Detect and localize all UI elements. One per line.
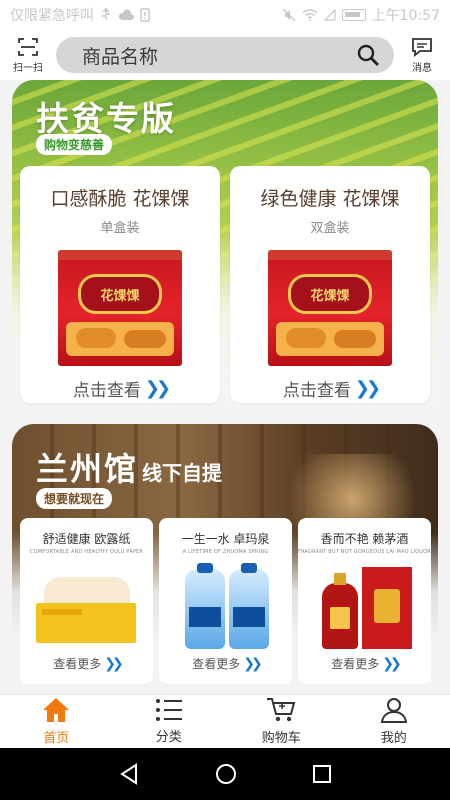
view-link[interactable]: 点击查看 ❯❯ [20, 376, 220, 401]
cart-icon [267, 698, 296, 722]
card-english: COMFORTABLE AND HEALTHY OULU PAPER [29, 549, 144, 555]
card-title: 香而不艳 赖茅酒 [320, 532, 409, 546]
message-label: 消息 [412, 62, 432, 74]
signal-icon [323, 9, 336, 21]
lanzhou-title-suffix: 线下自提 [142, 461, 223, 485]
list-icon [155, 699, 182, 721]
card-title: 一生一水 卓玛泉 [181, 532, 270, 546]
double-chevron-right-icon: ❯❯ [144, 378, 171, 399]
tab-home[interactable]: 首页 [0, 695, 113, 748]
tab-mine[interactable]: 我的 [338, 695, 450, 748]
usb-icon [102, 8, 110, 20]
card-title: 舒适健康 欧露纸 [42, 532, 131, 546]
section-divider [0, 409, 450, 423]
system-nav-bar [0, 748, 450, 800]
poverty-card-double[interactable]: 绿色健康 花馃馃 双盒装 花馃馃 点击查看 ❯❯ [230, 166, 430, 403]
product-image: 花馃馃 [58, 250, 182, 366]
message-icon [412, 37, 432, 57]
poverty-card-single[interactable]: 口感酥脆 花馃馃 单盒装 花馃馃 点击查看 ❯❯ [20, 166, 220, 403]
card-title: 绿色健康 花馃馃 [260, 188, 400, 210]
more-link[interactable]: 查看更多 ❯❯ [298, 655, 431, 672]
more-link[interactable]: 查看更多 ❯❯ [159, 655, 292, 672]
lanzhou-title: 兰州馆 线下自提 [36, 444, 222, 490]
card-subtitle: 双盒装 [310, 221, 350, 236]
search-placeholder: 商品名称 [82, 45, 159, 68]
more-link-label: 查看更多 [53, 657, 102, 671]
more-link-label: 查看更多 [192, 657, 241, 671]
lanzhou-tag: 想要就现在 [36, 488, 113, 509]
status-right: 上午10:57 [282, 5, 440, 25]
clock: 上午10:57 [371, 8, 440, 24]
search-icon[interactable] [356, 43, 380, 67]
status-left: 仅限紧急呼叫 [10, 5, 150, 25]
tab-bar: 首页 分类 购物车 我的 [0, 694, 450, 748]
scan-button[interactable]: 扫一扫 [8, 37, 48, 74]
main-content[interactable]: 扶贫专版 购物变慈善 口感酥脆 花馃馃 单盒装 花馃馃 点击查看 ❯❯ 绿色健康… [0, 80, 450, 694]
tab-category[interactable]: 分类 [113, 695, 226, 748]
carrier-text: 仅限紧急呼叫 [10, 8, 94, 24]
status-bar: 仅限紧急呼叫 上午10:57 [0, 0, 450, 30]
lanzhou-card-tissue[interactable]: 舒适健康 欧露纸 COMFORTABLE AND HEALTHY OULU PA… [20, 518, 153, 684]
more-link[interactable]: 查看更多 ❯❯ [20, 655, 153, 672]
header: 扫一扫 商品名称 消息 [0, 30, 450, 80]
view-link-label: 点击查看 [72, 381, 141, 401]
message-button[interactable]: 消息 [402, 37, 442, 74]
double-chevron-right-icon: ❯❯ [104, 655, 124, 672]
recents-icon[interactable] [312, 764, 332, 784]
scan-label: 扫一扫 [13, 62, 43, 74]
cloud-icon [118, 9, 134, 20]
back-icon[interactable] [118, 763, 140, 785]
view-link-label: 点击查看 [282, 381, 351, 401]
package-label: 花馃馃 [288, 274, 372, 314]
tab-label: 购物车 [261, 731, 301, 746]
poverty-title: 扶贫专版 [36, 99, 176, 138]
tab-label: 分类 [155, 730, 182, 745]
mute-icon [282, 8, 296, 22]
card-english: FRAGRANT BUT NOT GORGEOUS LAI MAO LIQUOR [298, 549, 431, 555]
home-icon [43, 698, 70, 722]
sim-icon [140, 8, 150, 22]
scan-icon [18, 37, 38, 56]
lanzhou-title-main: 兰州馆 [36, 450, 139, 488]
card-subtitle: 单盒装 [100, 221, 140, 236]
more-link-label: 查看更多 [331, 657, 380, 671]
card-title: 口感酥脆 花馃馃 [50, 188, 190, 210]
double-chevron-right-icon: ❯❯ [382, 655, 402, 672]
poverty-tag: 购物变慈善 [36, 134, 113, 155]
tab-cart[interactable]: 购物车 [225, 695, 338, 748]
water-image [173, 563, 279, 651]
product-image: 花馃馃 [268, 250, 392, 366]
tab-label: 我的 [380, 731, 407, 746]
double-chevron-right-icon: ❯❯ [243, 655, 263, 672]
tissue-image [34, 563, 140, 651]
lanzhou-card-water[interactable]: 一生一水 卓玛泉 A LIFETIME OF ZHUOMA SPRING 查看更… [159, 518, 292, 684]
wifi-icon [302, 9, 318, 21]
lanzhou-card-liquor[interactable]: 香而不艳 赖茅酒 FRAGRANT BUT NOT GORGEOUS LAI M… [298, 518, 431, 684]
double-chevron-right-icon: ❯❯ [354, 378, 381, 399]
search-input[interactable]: 商品名称 [56, 37, 394, 73]
liquor-image [312, 563, 418, 651]
card-english: A LIFETIME OF ZHUOMA SPRING [182, 549, 269, 555]
battery-icon [341, 9, 366, 21]
view-link[interactable]: 点击查看 ❯❯ [230, 376, 430, 401]
user-icon [380, 698, 407, 723]
package-label: 花馃馃 [78, 274, 162, 314]
home-circle-icon[interactable] [215, 763, 237, 785]
tab-label: 首页 [43, 731, 70, 746]
